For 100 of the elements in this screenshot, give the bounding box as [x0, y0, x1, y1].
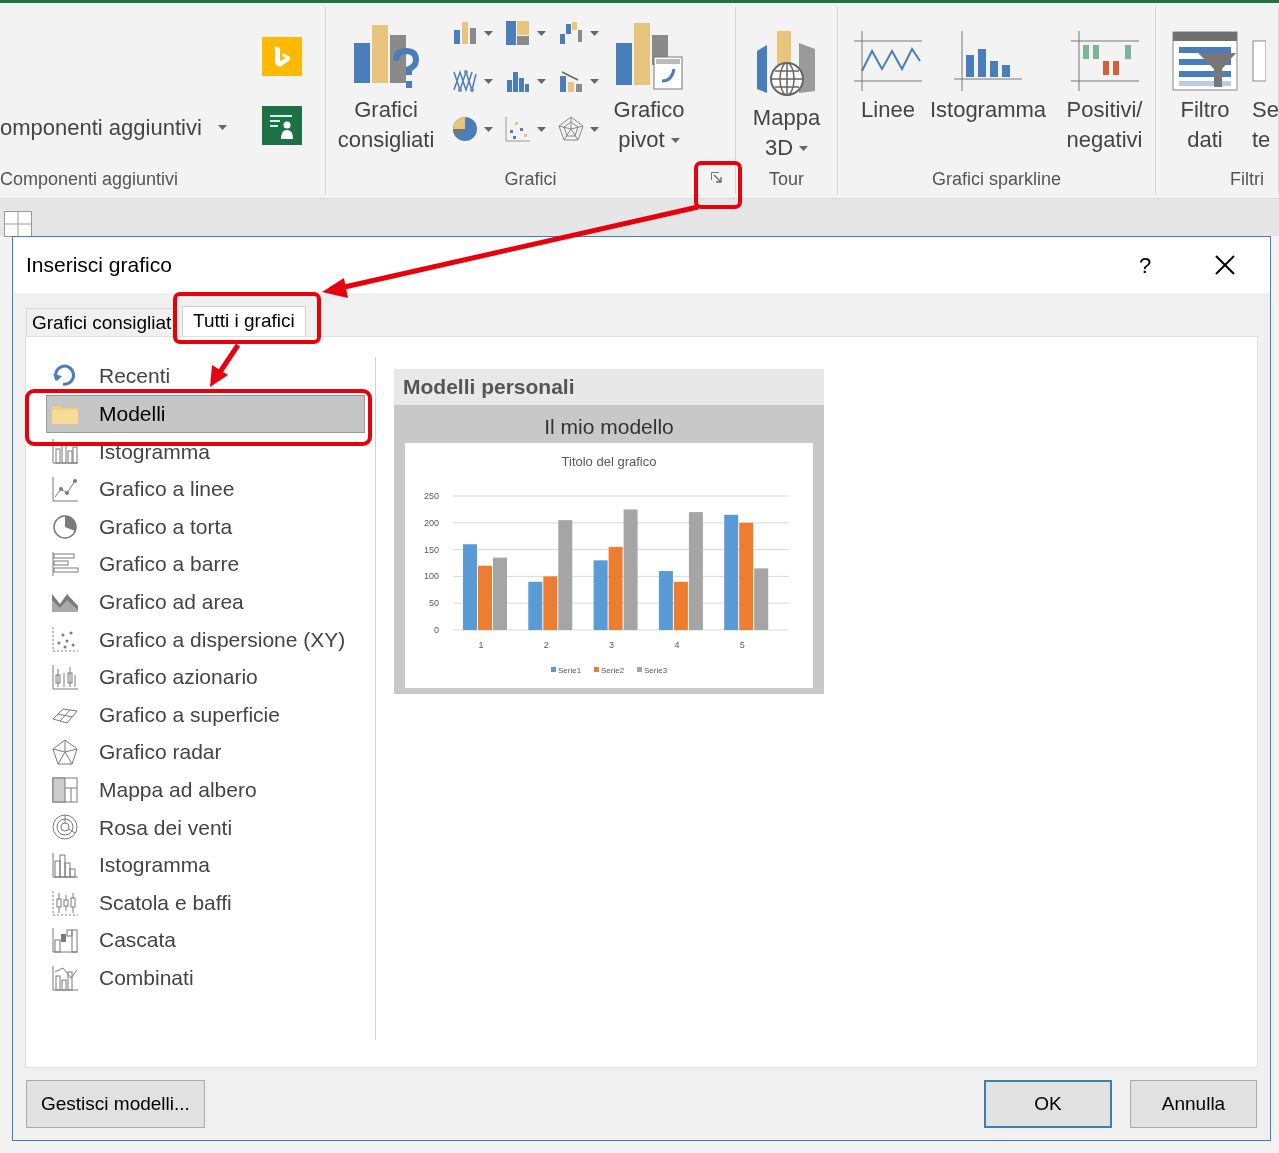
chart-type-button[interactable]: [452, 19, 493, 47]
launcher-icon: [711, 172, 723, 184]
3d-map-button[interactable]: Mappa 3D: [741, 7, 832, 163]
group-label: Filtri: [1230, 167, 1264, 191]
chart-category-item[interactable]: Scatola e baffi: [46, 883, 365, 922]
line-sparkline-button[interactable]: Linee: [854, 7, 922, 125]
pie-chart-icon: [51, 512, 79, 541]
people-graph-button[interactable]: [262, 106, 302, 145]
chart-category-item[interactable]: Recenti: [46, 357, 365, 395]
chart-category-item[interactable]: Modelli: [46, 394, 365, 433]
chart-category-item[interactable]: Grafico azionario: [46, 658, 365, 696]
caret-icon: [670, 137, 680, 143]
bar: [528, 581, 543, 630]
slicer-button[interactable]: Filtro dati: [1170, 7, 1240, 155]
chart-category-item[interactable]: Rosa dei venti: [46, 808, 365, 847]
dialog-tab[interactable]: Tutti i grafici: [182, 306, 306, 336]
caret-icon: [590, 126, 599, 132]
chart-category-item[interactable]: Combinati: [46, 958, 365, 997]
help-button[interactable]: ?: [1125, 248, 1165, 282]
chart-category-item[interactable]: Mappa ad albero: [46, 770, 365, 809]
caret-icon: [484, 78, 493, 84]
chart-category-item[interactable]: Grafico a barre: [46, 545, 365, 583]
treemap-icon: [51, 775, 79, 804]
group-label: Grafici sparkline: [931, 167, 1061, 191]
axis-tick-label: 5: [739, 640, 745, 650]
caret-icon: [217, 125, 227, 130]
logo-icon: [273, 44, 291, 69]
caret-icon: [537, 78, 546, 84]
combo-chart-icon: [558, 68, 584, 94]
chart-type-button[interactable]: [505, 115, 546, 143]
legend-label: Serie2: [601, 666, 625, 675]
close-icon: [1215, 255, 1235, 275]
column-chart-icon: [452, 20, 478, 46]
axis-tick-label: 100: [423, 571, 439, 582]
line-chart-icon: [51, 475, 79, 503]
stock-chart-icon: [51, 662, 79, 691]
add-ins-button[interactable]: omponenti aggiuntivi: [0, 111, 262, 144]
template-name: Il mio modello: [544, 414, 674, 440]
chart-category-item[interactable]: Istogramma: [46, 846, 365, 884]
cancel-button[interactable]: Annulla: [1130, 1080, 1257, 1128]
axis-tick-label: 200: [423, 517, 439, 528]
chart-type-button[interactable]: [505, 19, 546, 47]
caret-icon: [484, 30, 493, 36]
sparkline-line-icon: [854, 31, 922, 91]
win-loss-sparkline-button[interactable]: Positivi/ negativi: [1054, 7, 1155, 155]
caret-icon: [590, 78, 599, 84]
caret-icon: [537, 30, 546, 36]
manage-templates-button[interactable]: Gestisci modelli...: [26, 1080, 205, 1128]
radar-chart-icon: [558, 116, 584, 142]
sparkline-column-icon: [954, 31, 1022, 91]
highlight-frame: [694, 161, 742, 209]
legend-swatch: [637, 667, 642, 672]
pivot-chart-icon: [614, 21, 684, 91]
caret-icon: [590, 30, 599, 36]
waterfall-icon: [51, 926, 79, 955]
chart-category-item[interactable]: Cascata: [46, 921, 365, 959]
axis-tick-label: 250: [423, 491, 439, 501]
axis-tick-label: 1: [478, 640, 484, 650]
chart-type-button[interactable]: [558, 19, 599, 47]
chart-title: Titolo del grafico: [561, 454, 657, 469]
axis-tick-label: 50: [429, 598, 439, 609]
dialog-tab[interactable]: Grafici consigliat: [26, 308, 176, 336]
caret-icon: [537, 126, 546, 132]
chart-question-icon: [352, 23, 420, 91]
scatter-chart-icon: [505, 116, 531, 142]
section-title: Modelli personali: [403, 374, 575, 401]
axis-tick-label: 150: [423, 544, 439, 555]
chart-type-button[interactable]: [452, 67, 493, 95]
chart-category-item[interactable]: Istogramma: [46, 432, 365, 471]
histogram-icon: [51, 850, 79, 879]
chart-category-item[interactable]: Grafico a superficie: [46, 695, 365, 734]
chart-category-item[interactable]: Grafico a torta: [46, 507, 365, 546]
group-label: Grafici: [504, 167, 557, 191]
timeline-button[interactable]: Se te: [1252, 7, 1278, 155]
chart-category-item[interactable]: Grafico ad area: [46, 582, 365, 621]
chart-category-item[interactable]: Grafico radar: [46, 733, 365, 771]
caret-icon: [484, 126, 493, 132]
bar-chart-icon: [51, 550, 79, 579]
ok-button[interactable]: OK: [984, 1080, 1112, 1128]
treemap-icon: [505, 20, 531, 46]
chart-type-button[interactable]: [452, 115, 493, 143]
filter-table-icon: [1172, 31, 1238, 91]
legend-label: Serie3: [644, 666, 668, 675]
recommended-charts-button[interactable]: Grafici consigliati: [334, 7, 438, 155]
line-chart-icon: [452, 68, 478, 94]
template-card[interactable]: Il mio modello Titolo del grafico 0 50 100 150 200 250 1 2 3 4 5 Serie1 Serie2 Serie3: [394, 405, 824, 694]
group-label: Tour: [769, 167, 804, 191]
chart-type-button[interactable]: [558, 115, 599, 143]
bar: [593, 560, 608, 630]
group-label: Componenti aggiuntivi: [0, 167, 179, 191]
pivot-chart-button[interactable]: Grafico pivot: [607, 7, 691, 155]
sunburst-icon: [51, 813, 79, 842]
dialog-title: Inserisci grafico: [26, 252, 173, 279]
column-sparkline-button[interactable]: Istogramma: [932, 7, 1044, 125]
chart-category-item[interactable]: Grafico a linee: [46, 470, 365, 508]
waterfall-icon: [558, 20, 584, 46]
bar: [658, 571, 673, 630]
legend-swatch: [594, 667, 599, 672]
chart-category-item[interactable]: Grafico a dispersione (XY): [46, 620, 365, 659]
axis-tick-label: 2: [543, 640, 549, 650]
